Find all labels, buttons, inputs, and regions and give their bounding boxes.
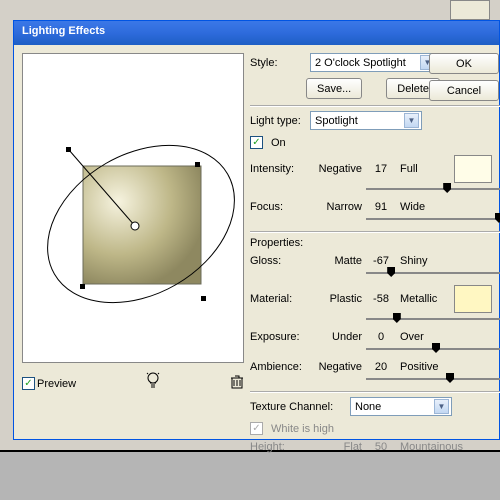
on-checkbox[interactable]: ✓ — [250, 136, 263, 149]
lighting-effects-dialog: Lighting Effects — [13, 20, 500, 440]
chevron-down-icon: ▼ — [404, 113, 419, 128]
height-label: Height: — [250, 441, 310, 453]
add-light-icon[interactable] — [78, 371, 228, 396]
material-swatch[interactable] — [454, 285, 492, 313]
delete-light-icon[interactable] — [230, 374, 244, 393]
ambience-row: Ambience: Negative 20 Positive — [250, 361, 500, 373]
cancel-button[interactable]: Cancel — [429, 80, 499, 101]
ok-button[interactable]: OK — [429, 53, 499, 74]
material-row: Material: Plastic -58 Metallic — [250, 285, 500, 313]
light-type-select[interactable]: Spotlight▼ — [310, 111, 422, 130]
focus-slider[interactable] — [366, 215, 500, 223]
intensity-row: Intensity: Negative 17 Full — [250, 155, 500, 183]
texture-channel-label: Texture Channel: — [250, 401, 346, 413]
focus-row: Focus: Narrow 91 Wide — [250, 201, 500, 213]
gloss-row: Gloss: Matte -67 Shiny — [250, 255, 500, 267]
ambience-slider[interactable] — [366, 375, 500, 383]
material-slider[interactable] — [366, 315, 500, 323]
style-label: Style: — [250, 57, 306, 69]
save-button[interactable]: Save... — [306, 78, 362, 99]
on-label: On — [271, 137, 286, 149]
intensity-slider[interactable] — [366, 185, 500, 193]
preview-label: Preview — [37, 378, 76, 390]
exposure-row: Exposure: Under 0 Over — [250, 331, 500, 343]
style-select[interactable]: 2 O'clock Spotlight▼ — [310, 53, 438, 72]
gloss-slider[interactable] — [366, 269, 500, 277]
title-bar[interactable]: Lighting Effects — [14, 21, 499, 45]
intensity-swatch[interactable] — [454, 155, 492, 183]
light-type-label: Light type: — [250, 115, 306, 127]
chevron-down-icon: ▼ — [434, 399, 449, 414]
exposure-slider[interactable] — [366, 345, 500, 353]
properties-heading: Properties: — [250, 237, 500, 249]
texture-channel-select[interactable]: None▼ — [350, 397, 452, 416]
white-is-high-label: White is high — [271, 423, 334, 435]
white-is-high-checkbox: ✓ — [250, 422, 263, 435]
preview-canvas[interactable] — [22, 53, 244, 363]
preview-checkbox[interactable]: ✓ — [22, 377, 35, 390]
